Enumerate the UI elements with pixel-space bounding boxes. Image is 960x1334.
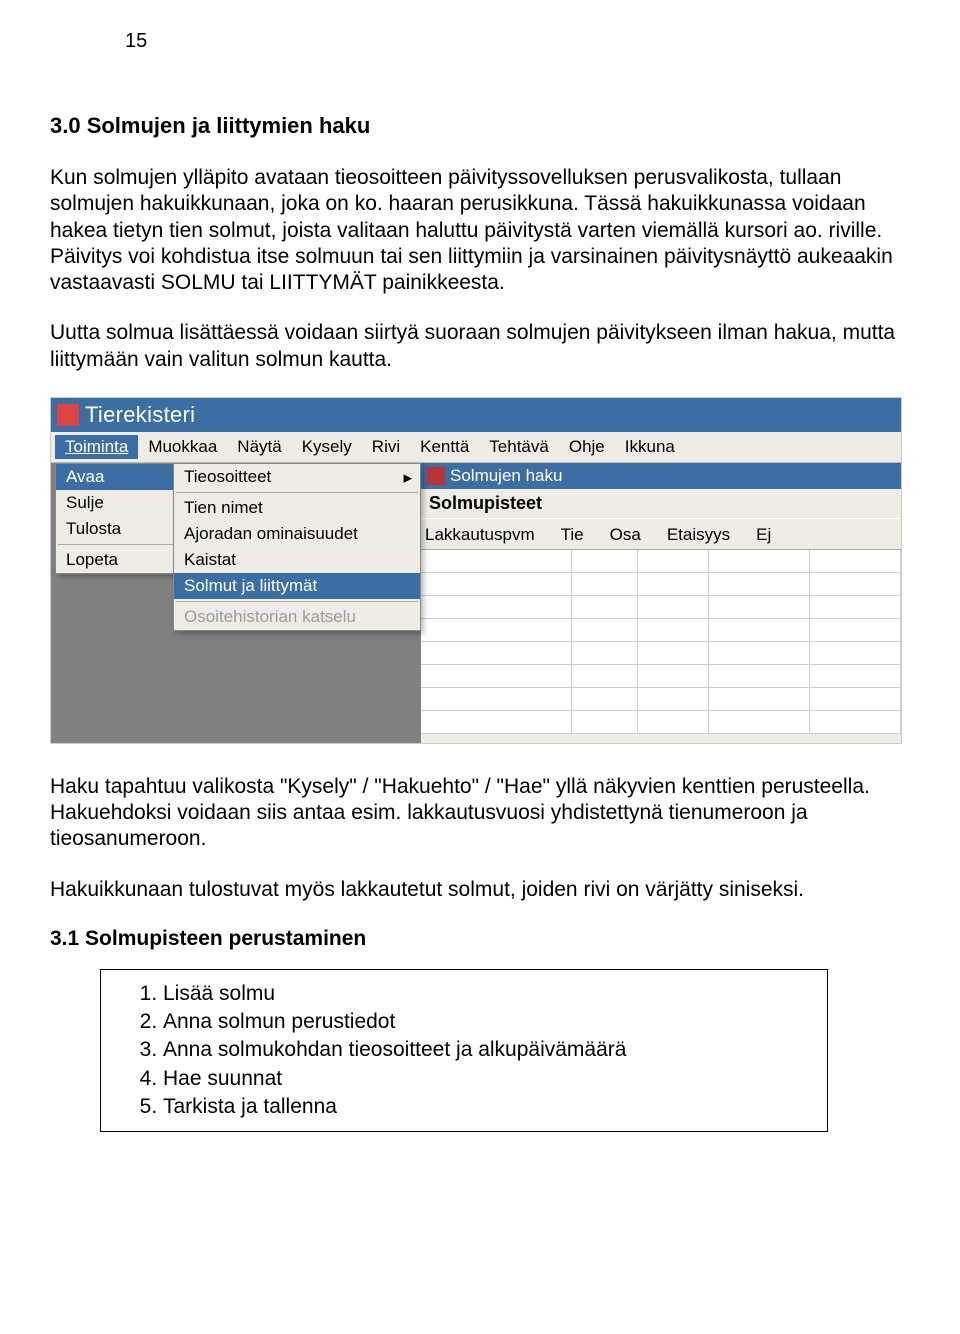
menu-tehtava[interactable]: Tehtävä bbox=[479, 435, 559, 459]
form-header: Solmupisteet bbox=[421, 489, 901, 518]
app-title: Tierekisteri bbox=[85, 402, 195, 428]
dd-sulje[interactable]: Sulje bbox=[56, 490, 176, 516]
dd2-tieosoitteet[interactable]: Tieosoitteet ▸ bbox=[174, 464, 420, 490]
dd2-tieosoitteet-label: Tieosoitteet bbox=[184, 467, 271, 486]
dd-lopeta[interactable]: Lopeta bbox=[56, 547, 176, 573]
table-row[interactable] bbox=[421, 596, 901, 619]
table-row[interactable] bbox=[421, 665, 901, 688]
subsection-heading: 3.1 Solmupisteen perustaminen bbox=[50, 927, 910, 951]
dd2-tien-nimet[interactable]: Tien nimet bbox=[174, 495, 420, 521]
table-row[interactable] bbox=[421, 711, 901, 734]
table-row[interactable] bbox=[421, 642, 901, 665]
menu-ikkuna[interactable]: Ikkuna bbox=[615, 435, 685, 459]
dd-separator bbox=[176, 601, 418, 602]
menu-kentta[interactable]: Kenttä bbox=[410, 435, 479, 459]
section-heading: 3.0 Solmujen ja liittymien haku bbox=[50, 113, 910, 139]
avaa-submenu: Tieosoitteet ▸ Tien nimet Ajoradan omina… bbox=[173, 463, 421, 631]
menu-rivi[interactable]: Rivi bbox=[362, 435, 410, 459]
table-row[interactable] bbox=[421, 550, 901, 573]
table-row[interactable] bbox=[421, 573, 901, 596]
list-item: Anna solmun perustiedot bbox=[163, 1008, 799, 1036]
child-window: Solmujen haku Solmupisteet Lakkautuspvm … bbox=[421, 463, 901, 743]
paragraph: Uutta solmua lisättäessä voidaan siirtyä… bbox=[50, 320, 910, 373]
menubar: Toiminta Muokkaa Näytä Kysely Rivi Kentt… bbox=[51, 432, 901, 463]
toiminta-dropdown: Avaa Sulje Tulosta Lopeta bbox=[55, 463, 177, 574]
workarea: Avaa Sulje Tulosta Lopeta Tieosoitteet ▸… bbox=[51, 463, 901, 743]
steps-list: Lisää solmu Anna solmun perustiedot Anna… bbox=[129, 980, 799, 1122]
app-screenshot: Tierekisteri Toiminta Muokkaa Näytä Kyse… bbox=[50, 397, 902, 744]
col-lakkautuspvm: Lakkautuspvm bbox=[425, 525, 535, 545]
dd-separator bbox=[58, 544, 174, 545]
dd2-kaistat[interactable]: Kaistat bbox=[174, 547, 420, 573]
app-icon bbox=[57, 404, 79, 426]
window-icon bbox=[427, 467, 445, 485]
col-osa: Osa bbox=[610, 525, 641, 545]
paragraph: Hakuikkunaan tulostuvat myös lakkautetut… bbox=[50, 877, 910, 903]
paragraph: Haku tapahtuu valikosta "Kysely" / "Haku… bbox=[50, 774, 910, 853]
menu-toiminta[interactable]: Toiminta bbox=[55, 435, 138, 459]
grid-header-row: Lakkautuspvm Tie Osa Etaisyys Ej bbox=[421, 518, 901, 550]
list-item: Lisää solmu bbox=[163, 980, 799, 1008]
col-ej: Ej bbox=[756, 525, 771, 545]
col-tie: Tie bbox=[561, 525, 584, 545]
col-etaisyys: Etaisyys bbox=[667, 525, 730, 545]
menu-nayta[interactable]: Näytä bbox=[227, 435, 291, 459]
dd2-ajoradan[interactable]: Ajoradan ominaisuudet bbox=[174, 521, 420, 547]
menu-ohje[interactable]: Ohje bbox=[559, 435, 615, 459]
titlebar: Tierekisteri bbox=[51, 398, 901, 432]
grid-rows bbox=[421, 550, 901, 734]
page-number: 15 bbox=[125, 30, 910, 53]
steps-box: Lisää solmu Anna solmun perustiedot Anna… bbox=[100, 969, 828, 1133]
paragraph: Kun solmujen ylläpito avataan tieosoitte… bbox=[50, 165, 910, 296]
dd-tulosta[interactable]: Tulosta bbox=[56, 516, 176, 542]
dd-separator bbox=[176, 492, 418, 493]
menu-kysely[interactable]: Kysely bbox=[292, 435, 362, 459]
list-item: Anna solmukohdan tieosoitteet ja alkupäi… bbox=[163, 1036, 799, 1064]
child-window-titlebar: Solmujen haku bbox=[421, 463, 901, 489]
table-row[interactable] bbox=[421, 688, 901, 711]
list-item: Hae suunnat bbox=[163, 1065, 799, 1093]
arrow-right-icon: ▸ bbox=[403, 468, 412, 488]
list-item: Tarkista ja tallenna bbox=[163, 1093, 799, 1121]
child-window-title: Solmujen haku bbox=[450, 466, 562, 486]
table-row[interactable] bbox=[421, 619, 901, 642]
menu-muokkaa[interactable]: Muokkaa bbox=[138, 435, 227, 459]
dd-avaa[interactable]: Avaa bbox=[56, 464, 176, 490]
dd2-osoitehistoria[interactable]: Osoitehistorian katselu bbox=[174, 604, 420, 630]
dd2-solmut-liittymat[interactable]: Solmut ja liittymät bbox=[174, 573, 420, 599]
document-page: 15 3.0 Solmujen ja liittymien haku Kun s… bbox=[0, 0, 960, 1172]
